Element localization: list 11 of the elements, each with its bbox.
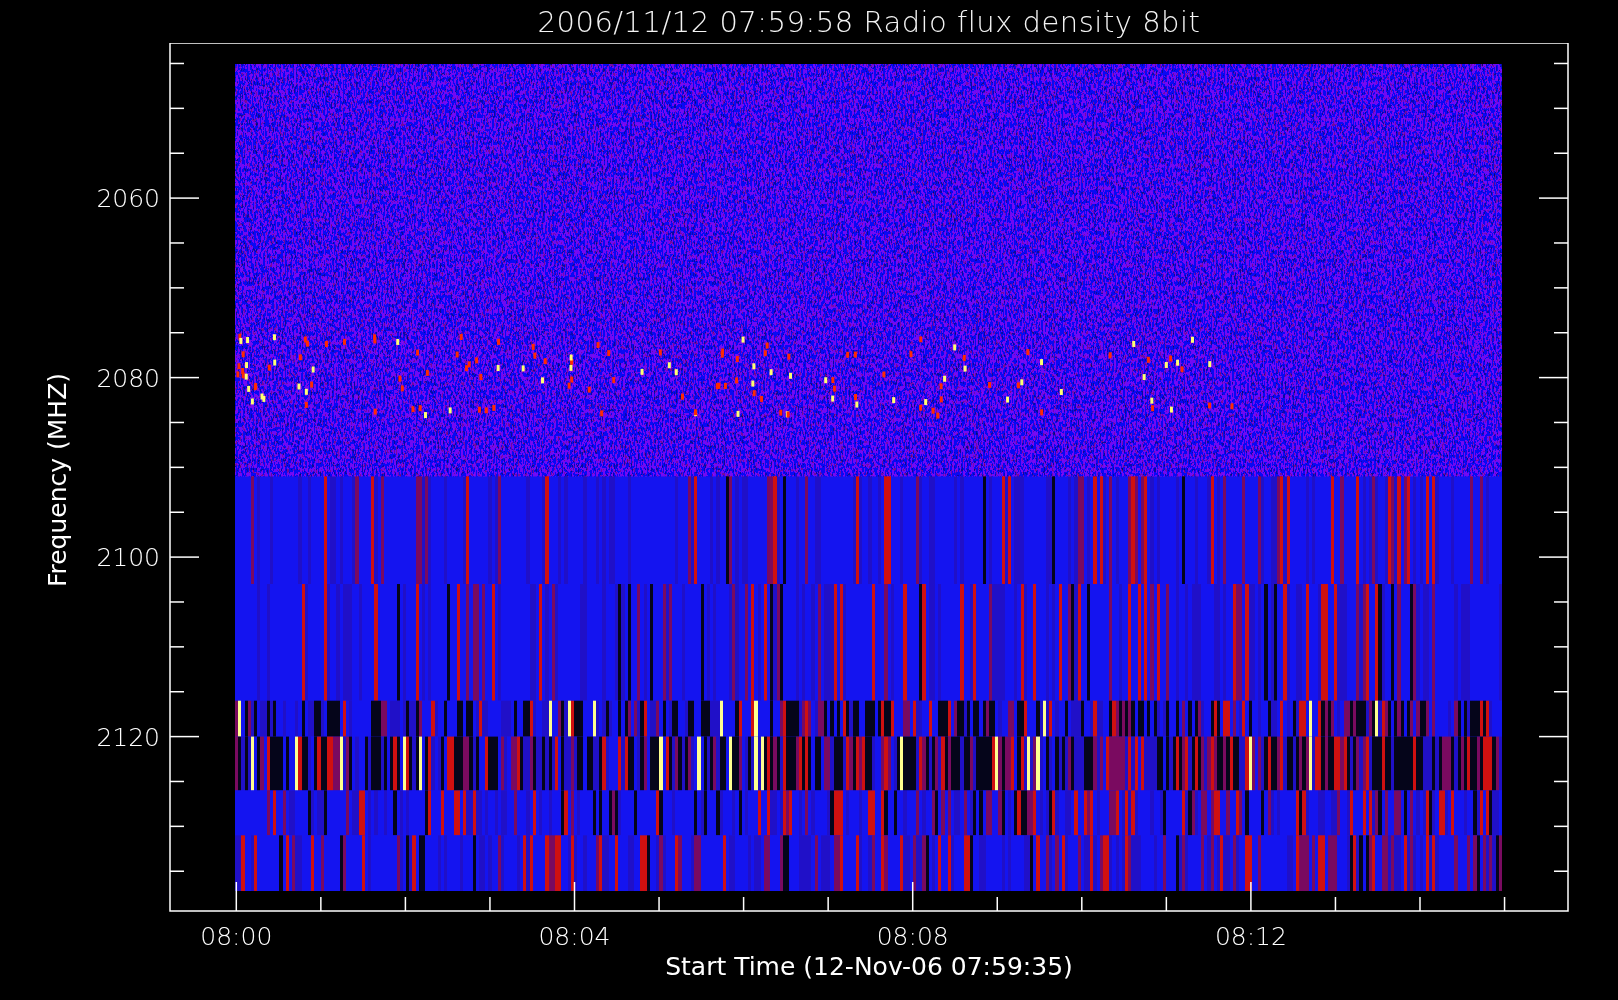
tick-label: 2080 [96, 363, 160, 393]
tick-label: 08:08 [876, 922, 949, 951]
tick-label: 2100 [96, 543, 160, 573]
tick-label: 2120 [96, 722, 160, 752]
tick-label: 08:12 [1214, 922, 1287, 951]
tick-label: 08:04 [538, 922, 611, 951]
tick-label: 2060 [96, 184, 160, 214]
axis-label: Start Time (12-Nov-06 07:59:35) [665, 952, 1073, 981]
chart-title: 2006/11/12 07:59:58 Radio flux density 8bit [537, 4, 1201, 39]
axis-label: Frequency (MHZ) [43, 372, 72, 588]
tick-label: 08:00 [200, 922, 273, 951]
